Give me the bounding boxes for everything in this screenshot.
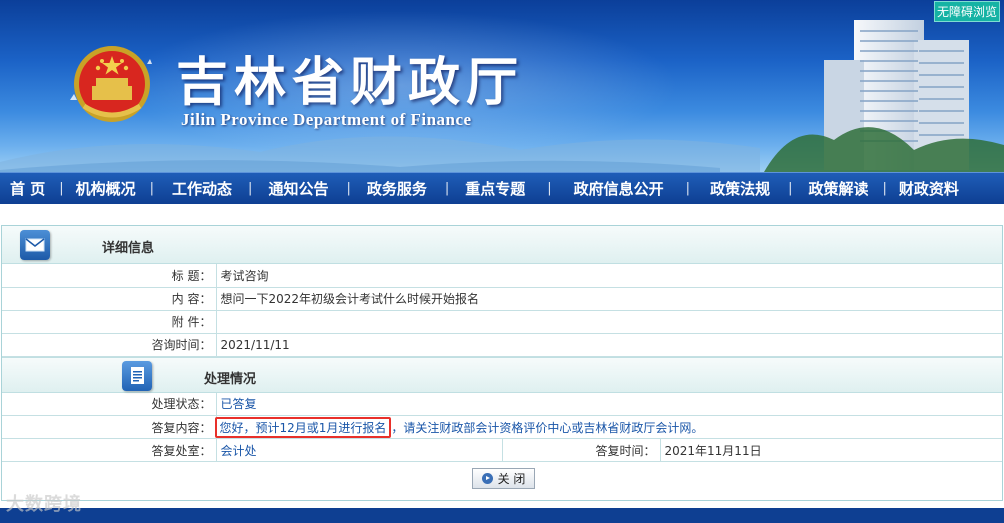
nav-separator: | (788, 181, 793, 196)
content-value: 想问一下2022年初级会计考试什么时候开始报名 (216, 287, 1002, 311)
table-row: 咨询时间： 2021/11/11 (2, 333, 1002, 357)
nav-separator: | (149, 181, 155, 196)
nav-item-notices[interactable]: 通知公告 (268, 178, 328, 199)
nav-item-home[interactable]: 首 页 (10, 178, 45, 199)
close-button[interactable]: 关 闭 (472, 468, 535, 489)
nav-separator: | (882, 181, 887, 196)
nav-separator: | (685, 181, 691, 196)
office-label: 答复处室： (2, 438, 217, 462)
mail-icon (20, 230, 50, 260)
title-value: 考试咨询 (216, 264, 1002, 288)
processing-table: 处理状态： 已答复 答复内容： 您好，预计12月或1月进行报名 ，请关注财政部会计… (2, 392, 1002, 462)
processing-section-title: 处理情况 (204, 371, 257, 387)
accessibility-button[interactable]: 无障碍浏览 (934, 1, 1000, 22)
office-value: 会计处 (216, 438, 502, 462)
table-row: 附 件： (2, 310, 1002, 334)
nav-item-policy-interpretation[interactable]: 政策解读 (808, 178, 868, 199)
nav-separator: | (444, 181, 450, 196)
site-title-english: Jilin Province Department of Finance (181, 110, 472, 129)
nav-item-work-news[interactable]: 工作动态 (172, 178, 232, 199)
status-label: 处理状态： (2, 392, 217, 416)
detail-panel: 详细信息 标 题： 考试咨询 内 容： 想问一下2022年初级会计考试什么时候开… (0, 225, 1004, 515)
table-row: 答复内容： 您好，预计12月或1月进行报名 ，请关注财政部会计资格评价中心或吉林省… (2, 415, 1002, 439)
attachment-label: 附 件： (2, 310, 217, 334)
actions-row: 关 闭 (2, 462, 1002, 500)
content-label: 内 容： (2, 287, 217, 311)
reply-time-label: 答复时间： (501, 438, 661, 462)
status-value: 已答复 (216, 392, 1002, 416)
document-icon (122, 360, 152, 391)
nav-separator: | (59, 181, 64, 196)
detail-frame: 详细信息 标 题： 考试咨询 内 容： 想问一下2022年初级会计考试什么时候开… (1, 225, 1003, 501)
site-banner: 吉林省财政厅 Jilin Province Department of Fina… (0, 0, 1004, 172)
nav-item-finance-data[interactable]: 财政资料 (899, 178, 959, 199)
detail-table: 标 题： 考试咨询 内 容： 想问一下2022年初级会计考试什么时候开始报名 附… (2, 264, 1002, 357)
nav-item-info-disclosure[interactable]: 政府信息公开 (574, 178, 664, 199)
processing-section-header: 处理情况 (2, 356, 1002, 393)
main-nav: 首 页 | 机构概况 | 工作动态 | 通知公告 | 政务服务 | 重点专题 |… (0, 172, 1004, 204)
national-emblem-icon (70, 46, 152, 122)
table-row: 内 容： 想问一下2022年初级会计考试什么时候开始报名 (2, 287, 1002, 311)
table-row: 标 题： 考试咨询 (2, 264, 1002, 288)
detail-section-title: 详细信息 (102, 241, 155, 256)
reply-time-value: 2021年11月11日 (660, 438, 1002, 462)
arrow-right-icon (481, 473, 493, 484)
detail-section-header: 详细信息 (2, 226, 1002, 264)
watermark: 大数跨境 (6, 494, 82, 515)
attachment-value (216, 310, 1002, 334)
inquiry-time-value: 2021/11/11 (216, 333, 1002, 357)
close-button-label: 关 闭 (497, 472, 526, 486)
reply-highlight: 您好，预计12月或1月进行报名 (214, 416, 392, 438)
title-label: 标 题： (2, 264, 217, 288)
nav-item-topics[interactable]: 重点专题 (465, 178, 525, 199)
reply-label: 答复内容： (2, 415, 217, 439)
reply-value: 您好，预计12月或1月进行报名 ，请关注财政部会计资格评价中心或吉林省财政厅会计网… (214, 415, 1002, 439)
footer-bar (0, 508, 1004, 523)
nav-separator: | (547, 181, 552, 196)
nav-separator: | (248, 181, 253, 196)
nav-item-regulations[interactable]: 政策法规 (710, 178, 770, 199)
table-row: 处理状态： 已答复 (2, 392, 1002, 416)
table-row: 答复处室： 会计处 答复时间： 2021年11月11日 (2, 438, 1002, 462)
reply-rest: ，请关注财政部会计资格评价中心或吉林省财政厅会计网。 (391, 420, 704, 435)
inquiry-time-label: 咨询时间： (2, 333, 217, 357)
nav-separator: | (346, 181, 351, 196)
site-title: 吉林省财政厅 (176, 52, 525, 113)
nav-item-services[interactable]: 政务服务 (367, 178, 427, 199)
nav-item-organization[interactable]: 机构概况 (76, 178, 136, 199)
